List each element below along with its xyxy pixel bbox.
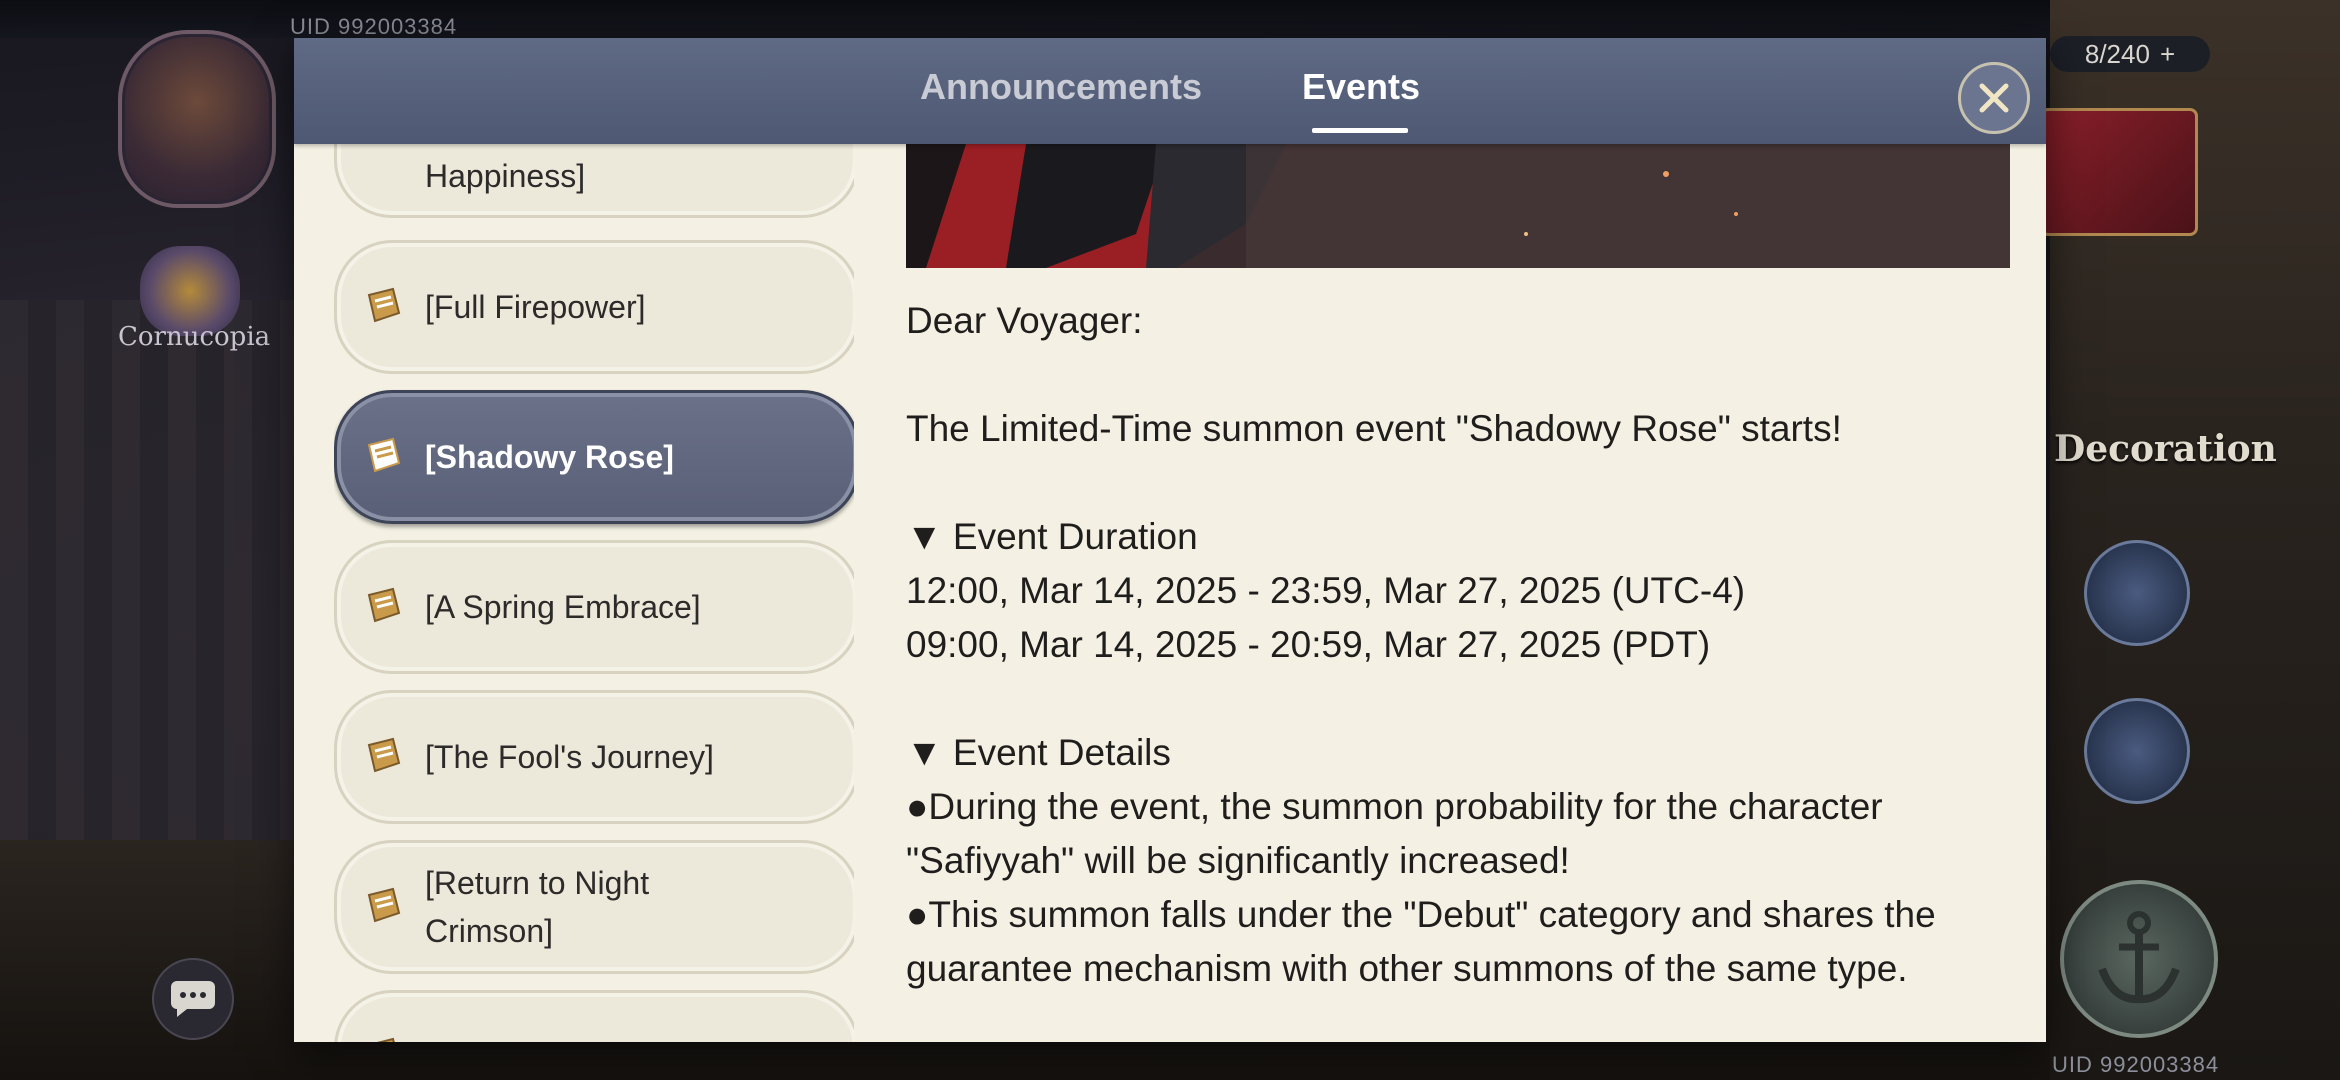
decoration-label: Decoration [2054,428,2277,470]
event-item-label: [Shadowy Rose] [425,439,674,475]
event-item-label: [The Fool's Journey] [425,739,714,775]
intro-text: The Limited-Time summon event "Shadowy R… [906,408,1842,449]
chat-icon [171,981,215,1017]
event-content[interactable]: Dear Voyager: The Limited-Time summon ev… [906,144,2026,1042]
anchor-icon [2098,911,2180,1004]
anchor-button[interactable] [2060,880,2218,1038]
plus-icon: + [2159,38,2176,69]
list-item[interactable]: [The Fool's Journey] [334,690,854,824]
event-item-label: [A Spring Embrace] [425,589,701,625]
event-list[interactable]: Happiness] [Full Firepower] [Shadowy Ros… [334,144,854,1042]
list-item[interactable]: [Shadowy Rose] [334,390,854,524]
event-card[interactable] [2040,108,2198,236]
event-body: Dear Voyager: The Limited-Time summon ev… [906,294,2016,996]
event-scroll-icon [376,1037,395,1042]
banner-artwork [906,144,2010,268]
tab-announcements[interactable]: Announcements [920,66,1202,108]
list-item[interactable]: [Return to Night Crimson] [334,840,854,974]
duration-line: 09:00, Mar 14, 2025 - 20:59, Mar 27, 202… [906,624,1711,665]
guild-crest-icon[interactable] [2084,540,2190,646]
details-heading: ▼ Event Details [906,732,1171,773]
event-scroll-icon [367,437,401,473]
duration-line: 12:00, Mar 14, 2025 - 23:59, Mar 27, 202… [906,570,1746,611]
close-button[interactable] [1958,62,2030,134]
player-avatar[interactable] [118,30,276,208]
event-banner-image [906,144,2010,268]
cornucopia-label: Cornucopia [118,322,271,352]
list-item[interactable] [334,990,854,1042]
tab-events[interactable]: Events [1302,66,1420,108]
detail-text: ●This summon falls under the "Debut" cat… [906,894,1936,989]
modal-header: Announcements Events [294,38,2046,144]
event-scroll-icon [367,287,401,323]
detail-text: ●During the event, the summon probabilit… [906,786,1883,881]
event-item-label: [Return to Night Crimson] [425,865,650,949]
chat-button[interactable] [152,958,234,1040]
uid-label: UID 992003384 [290,14,458,39]
event-item-label: [Full Firepower] [425,289,646,325]
duration-heading: ▼ Event Duration [906,516,1198,557]
crossed-swords-icon[interactable] [2084,698,2190,804]
uid-label-bottom: UID 992003384 [2052,1052,2220,1077]
list-item[interactable]: Happiness] [334,144,854,218]
event-scroll-icon [367,887,401,923]
greeting-text: Dear Voyager: [906,300,1143,341]
announcements-modal: Announcements Events Happiness] [Full Fi… [294,38,2046,1042]
list-item[interactable]: [A Spring Embrace] [334,540,854,674]
close-icon [1979,83,2009,113]
capacity-counter[interactable]: 8/240 + [2050,36,2210,72]
event-scroll-icon [367,587,401,623]
event-scroll-icon [367,737,401,773]
active-tab-indicator [1312,128,1408,133]
capacity-value: 8/240 [2084,38,2150,69]
event-item-label: Happiness] [425,158,586,194]
list-item[interactable]: [Full Firepower] [334,240,854,374]
